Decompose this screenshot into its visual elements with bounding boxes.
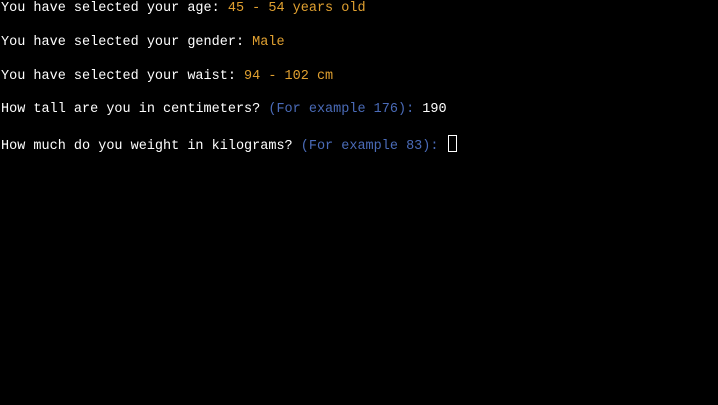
gender-selection-line: You have selected your gender: Male — [1, 34, 285, 52]
age-answer: 45 - 54 years old — [227, 1, 366, 16]
weight-question-line[interactable]: How much do you weight in kilograms? (Fo… — [1, 135, 457, 154]
text-cursor-icon[interactable] — [447, 135, 457, 152]
age-prompt: You have selected your age: — [1, 1, 228, 16]
gender-prompt: You have selected your gender: — [1, 35, 253, 50]
waist-selection-line: You have selected your waist: 94 - 102 c… — [1, 68, 333, 86]
weight-hint: (For example 83): — [300, 139, 439, 154]
weight-prompt: How much do you weight in kilograms? — [1, 139, 301, 154]
terminal-window[interactable]: You have selected your age: 45 - 54 year… — [1, 0, 717, 405]
gender-answer: Male — [252, 35, 285, 50]
waist-answer: 94 - 102 cm — [244, 69, 334, 84]
height-question-line: How tall are you in centimeters? (For ex… — [1, 101, 447, 119]
height-prompt: How tall are you in centimeters? — [1, 102, 269, 117]
age-selection-line: You have selected your age: 45 - 54 year… — [1, 0, 366, 18]
height-input-value: 190 — [414, 102, 447, 117]
height-hint: (For example 176): — [268, 102, 415, 117]
waist-prompt: You have selected your waist: — [1, 69, 245, 84]
weight-input-value[interactable] — [438, 139, 446, 154]
